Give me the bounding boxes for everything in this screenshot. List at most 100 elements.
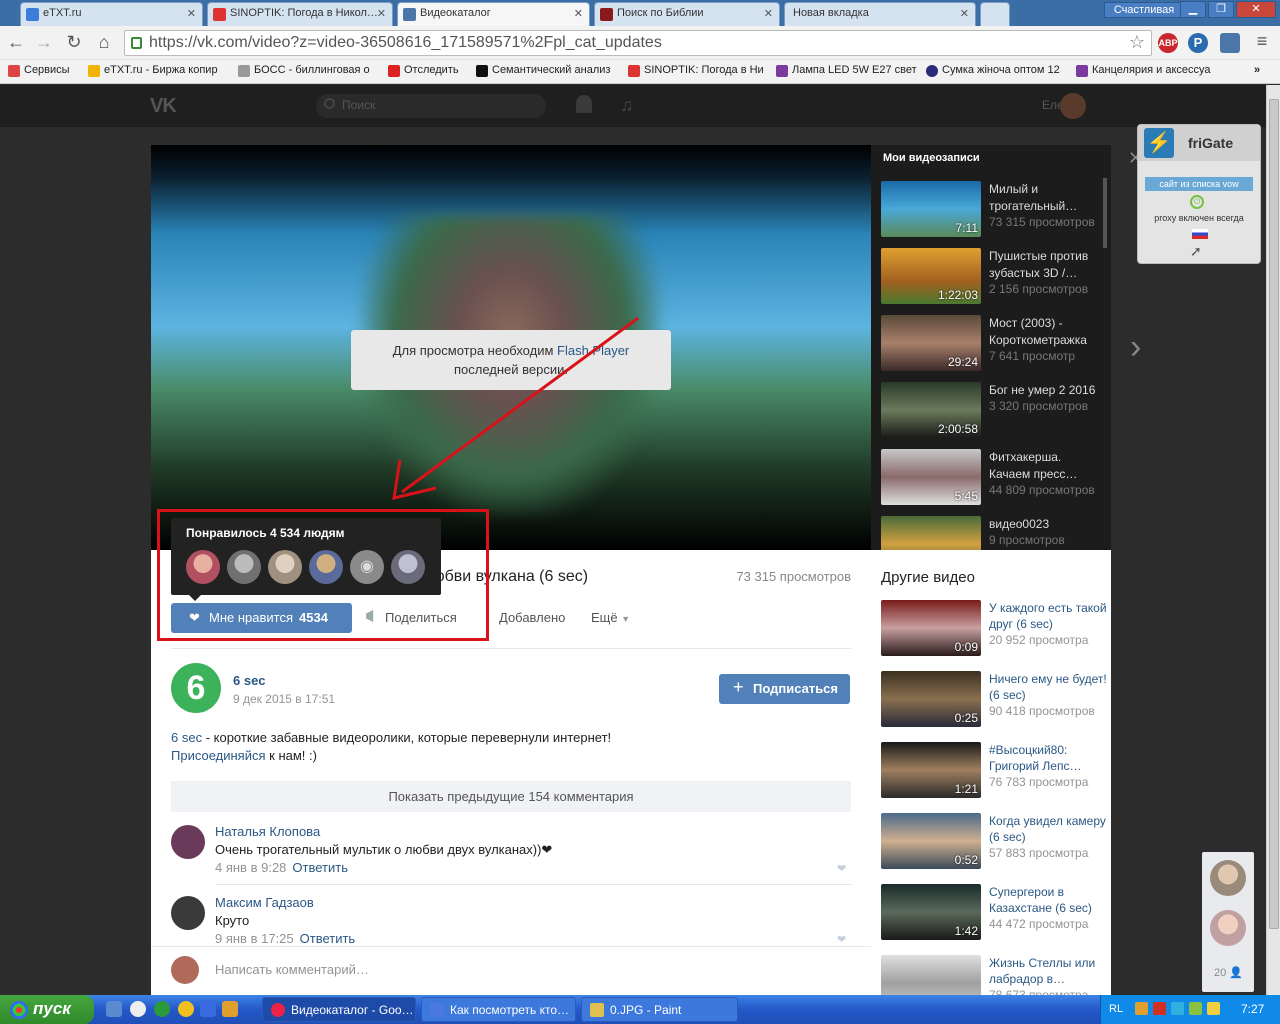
reply-link[interactable]: Ответить [300,931,356,946]
channel-name[interactable]: 6 sec [233,673,266,688]
bookmark-item[interactable]: Канцелярия и аксессуа [1076,64,1211,77]
url-input[interactable]: https://vk.com/video?z=video-36508616_17… [124,30,1152,56]
music-icon[interactable]: ♫ [620,95,634,116]
comment-input[interactable]: Написать комментарий… [215,962,369,977]
close-window-icon[interactable]: ✕ [1236,1,1276,18]
taskbar-paint[interactable]: 0.JPG - Paint [581,997,738,1022]
video-thumbnail: 2:00:58 [881,382,981,438]
channel-link[interactable]: 6 sec [171,730,202,745]
tray-app-icon[interactable] [1135,1002,1148,1015]
close-tab-icon[interactable]: ✕ [960,7,969,20]
scrollbar-thumb[interactable] [1269,99,1279,929]
bookmark-item[interactable]: Отследить [388,64,459,77]
profile-name[interactable]: Счастливая [1104,2,1184,18]
bookmark-item[interactable]: eTXT.ru - Биржа копир [88,64,218,77]
forward-icon[interactable]: → [34,32,54,52]
other-video-item[interactable]: 1:21 #Высоцкий80: Григорий Лепс… 76 783 … [881,742,1109,802]
other-video-item[interactable]: 0:52 Когда увидел камеру (6 sec) 57 883 … [881,813,1109,873]
arrow-icon[interactable]: ➚ [1190,243,1202,260]
adblock-icon[interactable]: ABP [1158,33,1178,53]
comment-author[interactable]: Максим Гадзаов [215,895,314,910]
tray-app-icon[interactable] [1153,1002,1166,1015]
playlist-item[interactable]: 7:11 Милый и трогательный… 73 315 просмо… [881,181,1109,241]
reload-icon[interactable]: ↻ [64,32,84,52]
bookmark-item[interactable]: Сервисы [8,64,70,77]
other-videos: Другие видео 0:09 У каждого есть такой д… [871,550,1111,1011]
next-video-icon[interactable]: › [1130,328,1141,367]
comment-avatar[interactable] [171,896,205,930]
menu-icon[interactable]: ≡ [1252,31,1272,51]
added-button[interactable]: Добавлено [499,610,565,625]
vk-extension-icon[interactable] [1220,33,1240,53]
other-video-item[interactable]: 0:09 У каждого есть такой друг (6 sec) 2… [881,600,1109,660]
bookmark-item[interactable]: SINOPTIK: Погода в Ни [628,64,764,77]
close-tab-icon[interactable]: ✕ [187,7,196,20]
playlist-scrollbar[interactable] [1103,178,1107,248]
duration: 1:42 [954,924,978,938]
more-bookmarks-icon[interactable]: » [1254,64,1260,76]
taskbar-chrome[interactable]: Видеокаталог - Goo… [262,997,416,1022]
new-tab-button[interactable] [980,2,1010,26]
network-icon[interactable] [1171,1002,1184,1015]
media-player-icon[interactable] [200,1001,216,1017]
bookmark-item[interactable]: Сумка жіноча оптом 12 [926,64,1060,77]
tab-new[interactable]: Новая вкладка ✕ [784,2,976,26]
tab-bible-search[interactable]: Поиск по Библии ✕ [594,2,780,26]
bookmark-item[interactable]: Семантический анализ [476,64,610,77]
home-icon[interactable]: ⌂ [94,32,114,52]
language-indicator[interactable]: RL [1109,1003,1123,1015]
other-video-item[interactable]: 1:42 Супергерои в Казахстане (6 sec) 44 … [881,884,1109,944]
folder-icon[interactable] [222,1001,238,1017]
comment-avatar[interactable] [171,825,205,859]
friends-count[interactable]: 20 👤 [1214,966,1243,979]
bookmark-item[interactable]: БОСС - биллинговая о [238,64,370,77]
reply-link[interactable]: Ответить [292,860,348,875]
bookmark-item[interactable]: Лампа LED 5W E27 свет [776,64,917,77]
frigate-extension-panel[interactable]: ⚡ friGate сайт из списка vow ⏻ proxy вкл… [1137,124,1261,264]
bell-icon[interactable] [576,95,592,113]
like-heart-icon[interactable]: ❤ [837,933,846,946]
whatsapp-icon[interactable] [154,1001,170,1017]
avatar[interactable] [1060,93,1086,119]
opera-icon[interactable] [130,1001,146,1017]
show-desktop-icon[interactable] [106,1001,122,1017]
back-icon[interactable]: ← [6,32,26,52]
tab-video-catalog[interactable]: Видеокаталог ✕ [397,2,590,26]
page-scrollbar[interactable] [1266,85,1280,995]
playlist-item[interactable]: 5:45 Фитхакерша. Качаем пресс… 44 809 пр… [881,449,1109,509]
close-tab-icon[interactable]: ✕ [764,7,773,20]
playlist-item[interactable]: видео0023 9 просмотров [881,516,1109,550]
maximize-icon[interactable]: ❐ [1208,1,1234,18]
like-heart-icon[interactable]: ❤ [837,862,846,875]
start-button[interactable]: пуск [0,995,94,1024]
playlist-item[interactable]: 2:00:58 Бог не умер 2 2016 3 320 просмот… [881,382,1109,442]
comment-author[interactable]: Наталья Клопова [215,824,320,839]
subscribe-button[interactable]: + Подписаться [719,674,850,704]
power-icon[interactable]: ⏻ [1190,195,1204,209]
playlist-item[interactable]: 29:24 Мост (2003) - Короткометражка 7 64… [881,315,1109,375]
person-icon: 👤 [1229,967,1244,979]
other-video-item[interactable]: 0:25 Ничего ему не будет! (6 sec) 90 418… [881,671,1109,731]
tab-etxt[interactable]: eTXT.ru ✕ [20,2,203,26]
search-input[interactable]: Поиск [316,94,546,118]
vk-logo[interactable]: VK [150,95,177,118]
chrome-icon[interactable] [178,1001,194,1017]
more-button[interactable]: Ещё ▼ [591,610,630,625]
clock[interactable]: 7:27 [1241,1002,1264,1016]
tab-sinoptik[interactable]: SINOPTIK: Погода в Никол… ✕ [207,2,393,26]
friend-avatar[interactable] [1210,860,1246,896]
minimize-icon[interactable]: ▁ [1180,1,1206,18]
tray-app-icon[interactable] [1189,1002,1202,1015]
friend-avatar[interactable] [1210,910,1246,946]
close-tab-icon[interactable]: ✕ [574,7,583,20]
show-previous-comments-button[interactable]: Показать предыдущие 154 комментария [171,781,851,812]
tray-app-icon[interactable] [1207,1002,1220,1015]
plus-icon: + [733,677,744,697]
channel-avatar[interactable]: 6 [171,663,221,713]
bookmark-star-icon[interactable]: ☆ [1129,32,1145,53]
playlist-item[interactable]: 1:22:03 Пушистые против зубастых 3D /… 2… [881,248,1109,308]
join-link[interactable]: Присоединяйся [171,748,266,763]
extension-p-icon[interactable]: P [1188,33,1208,53]
taskbar-word[interactable]: Как посмотреть кто… [421,997,576,1022]
close-tab-icon[interactable]: ✕ [377,7,386,20]
